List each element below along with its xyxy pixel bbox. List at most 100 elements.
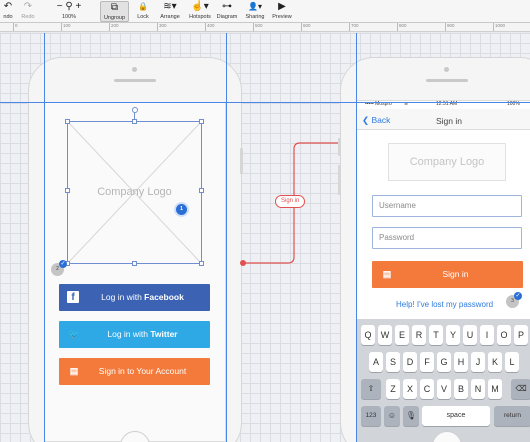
signin-button[interactable]: ••••• Mospro ▤ Sign in xyxy=(372,261,523,288)
key-f[interactable]: F xyxy=(420,352,434,372)
phone-speaker xyxy=(426,79,468,82)
microphone-icon: 🎙 xyxy=(405,411,417,420)
key-v[interactable]: V xyxy=(437,379,451,399)
key-b[interactable]: B xyxy=(454,379,468,399)
password-field[interactable]: Password xyxy=(372,227,522,249)
zoom-control[interactable]: − ⚲ + 100% xyxy=(55,1,83,22)
id-card-icon: ▤ xyxy=(382,269,392,279)
ruler-tick: 700 xyxy=(349,23,359,31)
undo-label: ndo xyxy=(3,14,13,20)
key-t[interactable]: T xyxy=(429,325,443,345)
ruler-tick: 900 xyxy=(445,23,455,31)
ruler-tick: 100 xyxy=(61,23,71,31)
guide-line-vertical[interactable] xyxy=(226,33,227,442)
key-z[interactable]: Z xyxy=(386,379,400,399)
lock-label: Lock xyxy=(137,14,149,20)
preview-button[interactable]: ▶ Preview xyxy=(271,1,293,22)
username-field[interactable]: Username xyxy=(372,195,522,217)
preview-icon: ▶ xyxy=(278,1,286,12)
key-i[interactable]: I xyxy=(480,325,494,345)
ruler-tick: 1000 xyxy=(493,23,505,31)
backspace-icon: ⌫ xyxy=(515,384,527,393)
sharing-icon: 👤▾ xyxy=(248,2,262,11)
undo-icon: ↶ xyxy=(3,1,13,12)
ruler-tick: 500 xyxy=(253,23,263,31)
ruler-tick: 300 xyxy=(157,23,167,31)
return-key[interactable]: return xyxy=(494,406,530,426)
chevron-left-icon: ❮ xyxy=(362,115,370,125)
key-y[interactable]: Y xyxy=(446,325,460,345)
key-l[interactable]: L xyxy=(505,352,519,372)
key-g[interactable]: G xyxy=(437,352,451,372)
guide-line-vertical[interactable] xyxy=(356,33,357,442)
emoji-key[interactable]: ☺ xyxy=(384,406,400,426)
phone-side-button xyxy=(338,138,341,156)
arrange-button[interactable]: ≋▾ Arrange xyxy=(158,1,182,22)
ungroup-button[interactable]: ⧉ Ungroup xyxy=(100,1,129,22)
key-p[interactable]: P xyxy=(514,325,528,345)
undo-button[interactable]: ↶ ndo xyxy=(0,1,16,22)
horizontal-ruler: 0 100 200 300 400 500 600 700 800 900 10… xyxy=(0,23,530,32)
redo-icon: ↷ xyxy=(23,1,33,12)
shift-key[interactable]: ⇧ xyxy=(361,379,381,399)
ruler-tick: 0 xyxy=(13,23,18,31)
lost-password-link[interactable]: Help! I've lost my password xyxy=(396,300,493,309)
lock-button[interactable]: 🔒 Lock xyxy=(134,1,152,22)
ungroup-icon: ⧉ xyxy=(110,2,119,13)
redo-button[interactable]: ↷ Redo xyxy=(18,1,38,22)
arrange-icon: ≋▾ xyxy=(163,1,177,12)
phone-camera xyxy=(444,67,449,72)
design-canvas[interactable]: Company Logo 1 2 ✓ f Log in with Faceboo… xyxy=(0,33,530,442)
shift-icon: ⇧ xyxy=(367,384,375,393)
connector-label[interactable]: Sign in xyxy=(275,195,306,208)
redo-label: Redo xyxy=(21,14,35,20)
key-h[interactable]: H xyxy=(454,352,468,372)
lock-icon: 🔒 xyxy=(138,2,148,11)
back-label: Back xyxy=(371,115,391,125)
ruler-tick: 200 xyxy=(109,23,119,31)
ruler-tick: 400 xyxy=(205,23,215,31)
nav-title: Sign in xyxy=(436,116,462,126)
sharing-label: Sharing xyxy=(245,14,265,20)
key-m[interactable]: M xyxy=(488,379,502,399)
key-j[interactable]: J xyxy=(471,352,485,372)
back-button[interactable]: ❮ Back xyxy=(362,115,390,126)
ungroup-label: Ungroup xyxy=(103,15,126,21)
key-x[interactable]: X xyxy=(403,379,417,399)
arrange-label: Arrange xyxy=(160,14,180,20)
company-logo-placeholder: Company Logo xyxy=(388,143,506,181)
key-e[interactable]: E xyxy=(395,325,409,345)
ruler-tick: 800 xyxy=(397,23,407,31)
preview-label: Preview xyxy=(272,14,292,20)
diagram-label: Diagram xyxy=(216,14,238,20)
key-w[interactable]: W xyxy=(378,325,392,345)
keyboard: Q W E R T Y U I O P A S D F G H J K L ⇧ … xyxy=(357,319,530,442)
numbers-key[interactable]: 123 xyxy=(361,406,381,426)
signin-label: Sign in xyxy=(442,269,469,279)
key-o[interactable]: O xyxy=(497,325,511,345)
key-s[interactable]: S xyxy=(386,352,400,372)
guide-line-horizontal[interactable] xyxy=(0,102,530,103)
zoom-icon: − ⚲ + xyxy=(56,1,82,12)
key-u[interactable]: U xyxy=(463,325,477,345)
key-d[interactable]: D xyxy=(403,352,417,372)
space-key[interactable]: space xyxy=(422,406,490,426)
key-r[interactable]: R xyxy=(412,325,426,345)
hotspots-label: Hotspots xyxy=(189,14,211,20)
backspace-key[interactable]: ⌫ xyxy=(511,379,530,399)
key-k[interactable]: K xyxy=(488,352,502,372)
toolbar: ↶ ndo ↷ Redo − ⚲ + 100% ⧉ Ungroup 🔒 Lock… xyxy=(0,0,530,23)
emoji-icon: ☺ xyxy=(387,411,397,420)
key-c[interactable]: C xyxy=(420,379,434,399)
sharing-button[interactable]: 👤▾ Sharing xyxy=(243,1,267,22)
phone-side-button xyxy=(338,165,341,195)
hotspot-icon: ☝▾ xyxy=(191,1,209,12)
dictation-key[interactable]: 🎙 xyxy=(403,406,419,426)
hotspots-button[interactable]: ☝▾ Hotspots xyxy=(188,1,212,22)
check-icon: ✓ xyxy=(514,292,522,300)
key-q[interactable]: Q xyxy=(361,325,375,345)
key-a[interactable]: A xyxy=(369,352,383,372)
diagram-button[interactable]: ⊶ Diagram xyxy=(216,1,238,22)
key-n[interactable]: N xyxy=(471,379,485,399)
guide-line-vertical[interactable] xyxy=(44,33,45,442)
